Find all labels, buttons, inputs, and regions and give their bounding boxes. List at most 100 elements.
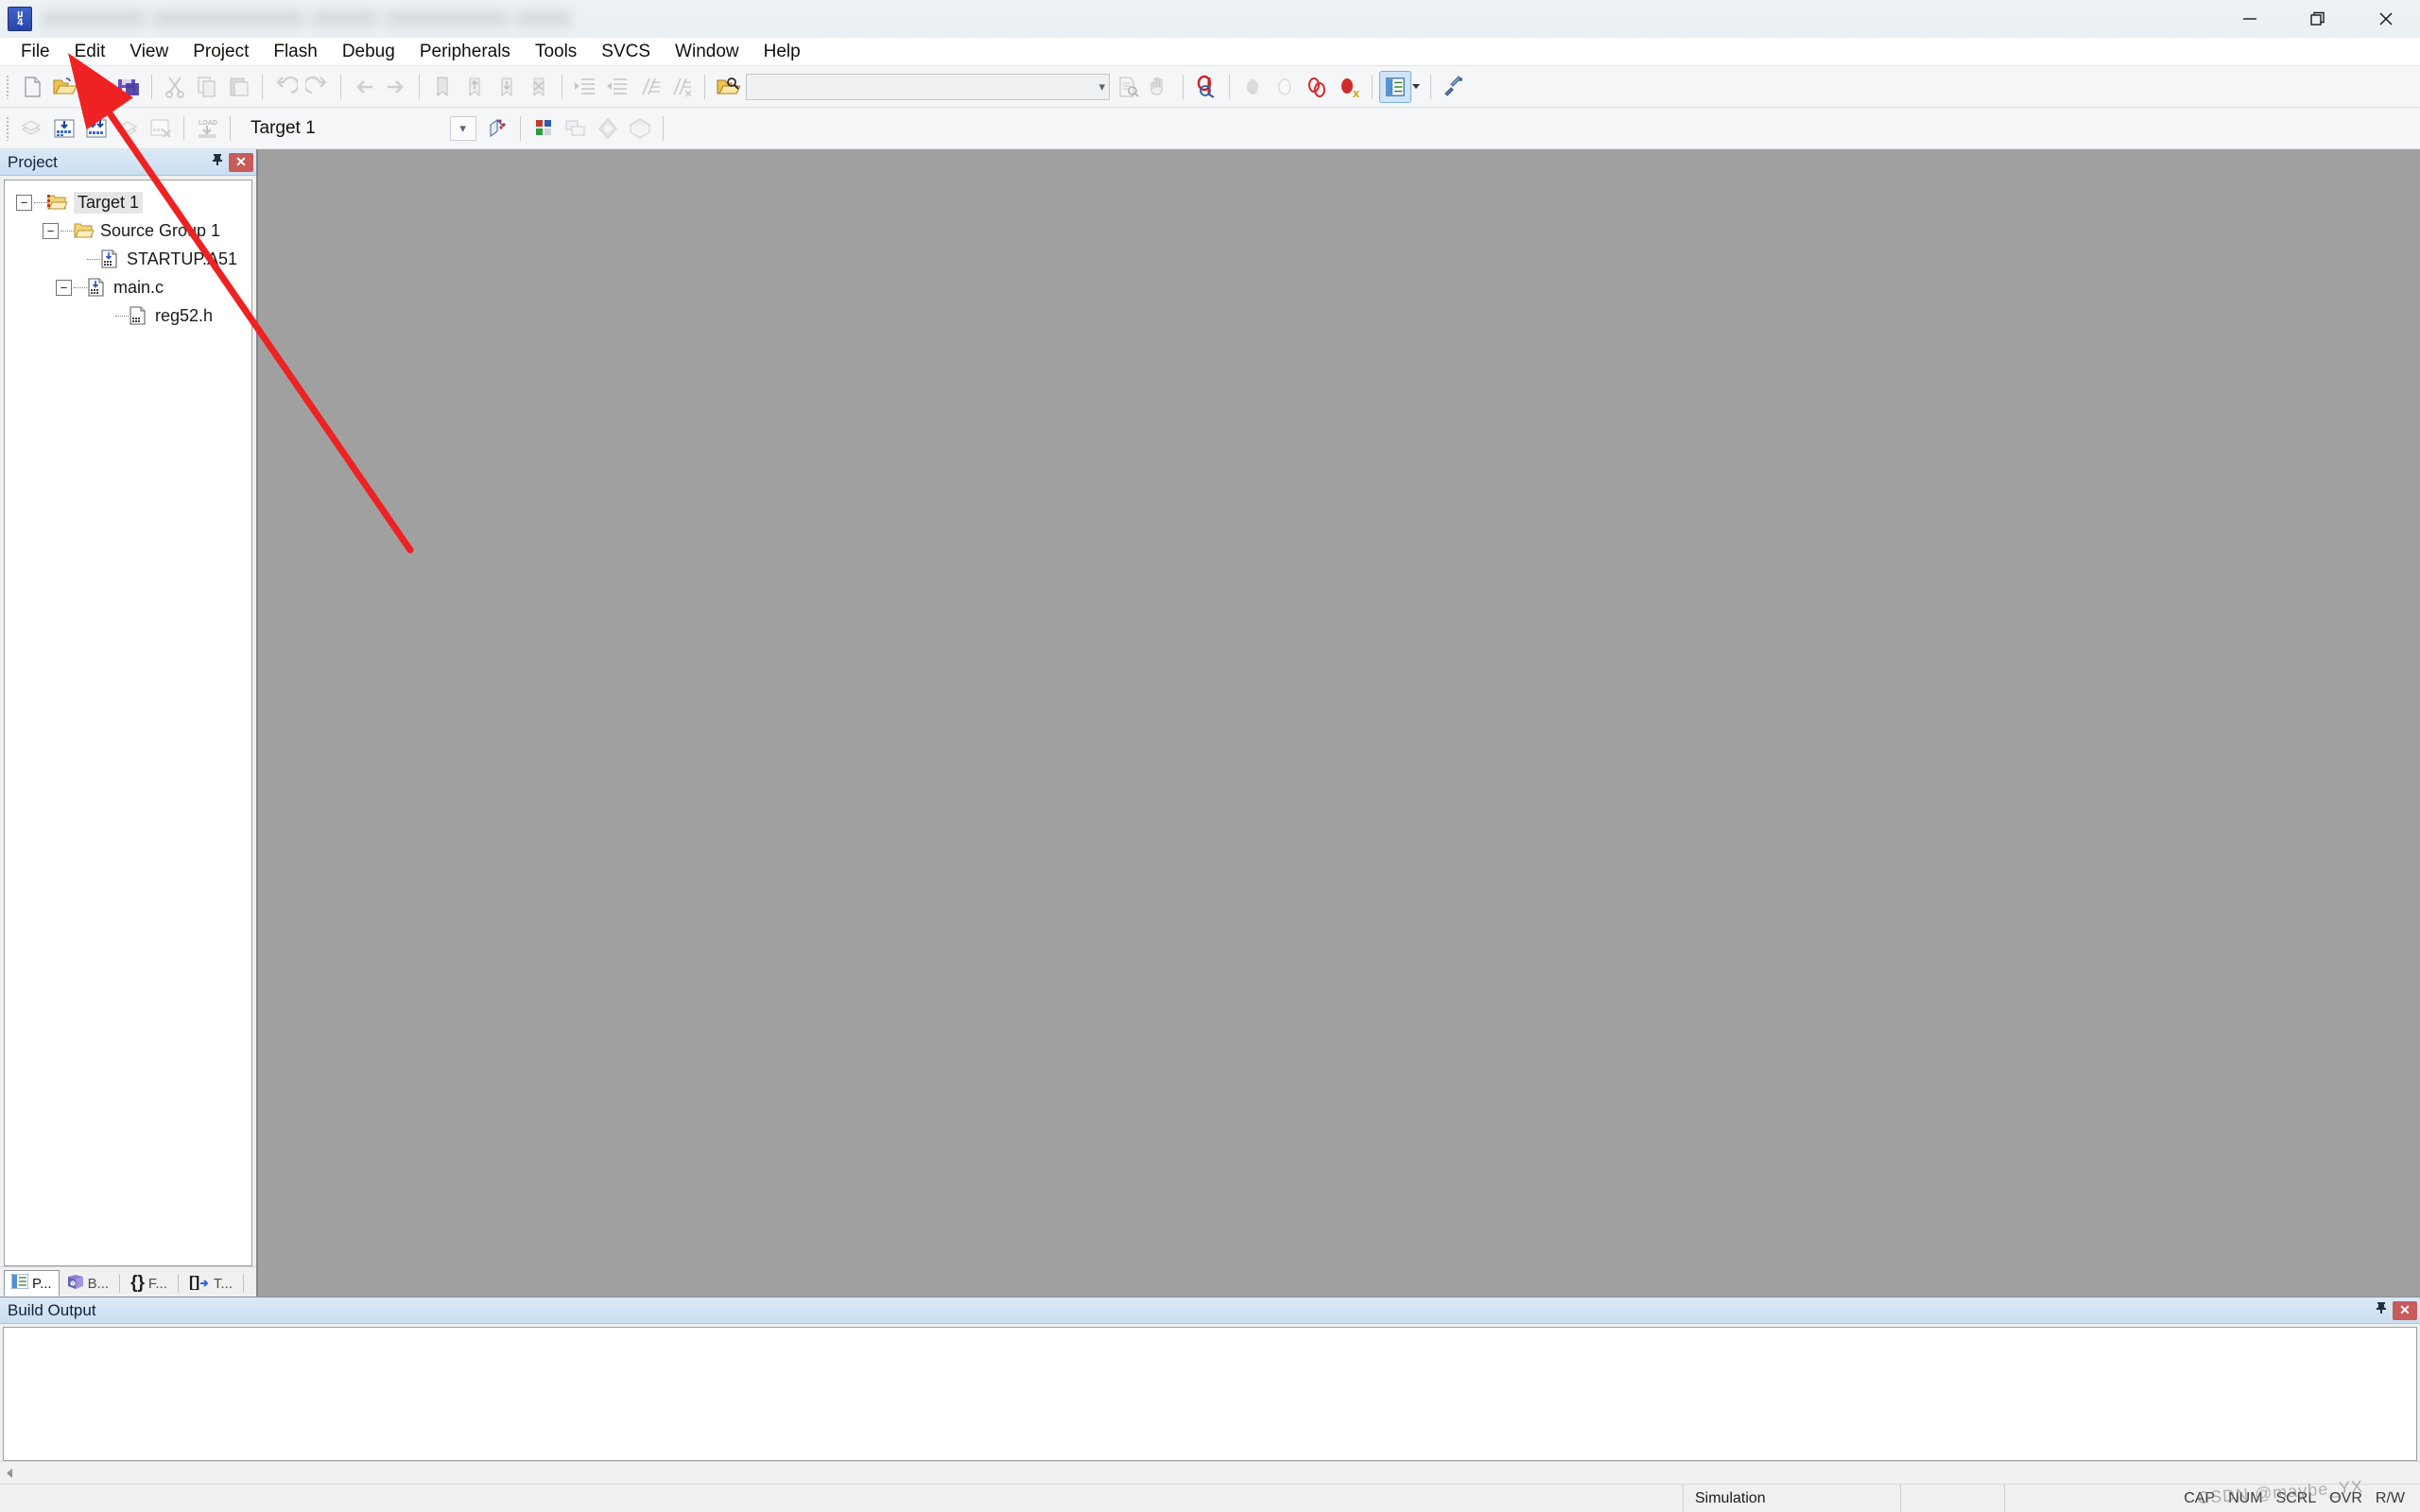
close-icon[interactable]: ✕ <box>229 152 253 172</box>
target-selector-dropdown[interactable]: ▾ <box>316 115 481 142</box>
menu-project[interactable]: Project <box>182 39 260 65</box>
bookmark-toggle-icon[interactable] <box>426 71 458 103</box>
outdent-icon[interactable] <box>601 71 633 103</box>
tree-node-target-1[interactable]: − Target 1 <box>10 188 251 216</box>
bookmark-prev-icon[interactable] <box>458 71 491 103</box>
manage-components-icon[interactable] <box>527 112 560 145</box>
close-icon[interactable]: ✕ <box>2393 1300 2417 1320</box>
rebuild-all-icon[interactable] <box>80 112 112 145</box>
expander-icon[interactable]: − <box>16 194 32 211</box>
batch-build-icon[interactable] <box>112 112 145 145</box>
title-bar: µ 4 <box>0 0 2420 38</box>
navigate-forward-icon[interactable] <box>380 71 412 103</box>
pin-icon[interactable] <box>2370 1300 2393 1320</box>
status-flag-rw: R/W <box>2375 1489 2405 1506</box>
toolbar-separator <box>1183 74 1184 99</box>
pin-icon[interactable] <box>206 152 229 172</box>
navigate-backward-icon[interactable] <box>348 71 380 103</box>
project-tree-container[interactable]: − Target 1 − Source Group 1 STARTUP.A51 … <box>4 180 252 1266</box>
toolbar-separator <box>262 74 263 99</box>
app-logo-icon: µ 4 <box>8 7 32 31</box>
toolbar-separator <box>1229 74 1230 99</box>
incremental-find-icon[interactable] <box>1144 71 1176 103</box>
window-controls <box>2216 0 2420 38</box>
expander-icon[interactable]: − <box>43 222 59 239</box>
open-file-icon[interactable] <box>48 71 80 103</box>
tree-node-label: reg52.h <box>155 305 214 325</box>
indent-icon[interactable] <box>569 71 601 103</box>
copy-icon[interactable] <box>191 71 223 103</box>
close-button[interactable] <box>2352 0 2420 38</box>
tab-books[interactable]: ? B... <box>60 1270 117 1297</box>
restore-button[interactable] <box>2284 0 2352 38</box>
paste-icon[interactable] <box>223 71 255 103</box>
comment-icon[interactable] <box>633 71 666 103</box>
save-icon[interactable] <box>80 71 112 103</box>
bookmark-clear-icon[interactable] <box>523 71 555 103</box>
toolbar-grip[interactable] <box>6 74 10 99</box>
build-target-icon[interactable] <box>48 112 80 145</box>
project-panel-header: Project ✕ <box>0 149 256 176</box>
minimize-button[interactable] <box>2216 0 2284 38</box>
status-cell-3 <box>2004 1484 2108 1512</box>
menu-peripherals[interactable]: Peripherals <box>408 39 522 65</box>
tree-node-source-group-1[interactable]: − Source Group 1 <box>10 216 251 245</box>
project-window-icon[interactable] <box>1379 70 1420 103</box>
menu-view[interactable]: View <box>118 39 180 65</box>
start-debug-session-icon[interactable] <box>1190 71 1222 103</box>
menu-edit[interactable]: Edit <box>63 39 117 65</box>
menu-file[interactable]: File <box>9 39 61 65</box>
pack-installer-icon[interactable] <box>624 112 656 145</box>
tree-node-reg52-h[interactable]: reg52.h <box>10 301 251 330</box>
download-to-flash-icon[interactable]: LOAD <box>191 112 223 145</box>
chevron-down-icon[interactable]: ▾ <box>449 115 476 141</box>
menu-debug[interactable]: Debug <box>331 39 406 65</box>
save-all-icon[interactable] <box>112 71 145 103</box>
tree-connector <box>115 315 129 317</box>
target-options-icon[interactable] <box>481 112 513 145</box>
uvision-main-window: µ 4 File Edit View Project Flash Debug P… <box>0 0 2420 1512</box>
find-in-files-icon[interactable] <box>712 71 744 103</box>
project-panel: Project ✕ − Target 1 − Source Group 1 ST… <box>0 149 257 1297</box>
menu-window[interactable]: Window <box>664 39 751 65</box>
window-title-redacted <box>42 7 571 31</box>
translate-icon[interactable] <box>16 112 48 145</box>
editor-mdi-area[interactable] <box>257 149 2420 1297</box>
work-area: Project ✕ − Target 1 − Source Group 1 ST… <box>0 149 2420 1512</box>
redo-icon[interactable] <box>302 71 334 103</box>
disable-all-breakpoints-icon[interactable] <box>1301 71 1333 103</box>
svcs-icon[interactable] <box>592 112 624 145</box>
project-panel-title: Project <box>8 152 58 171</box>
tree-node-main-c[interactable]: − main.c <box>10 273 251 301</box>
find-next-icon[interactable] <box>1112 71 1144 103</box>
project-window-dropdown-caret-icon[interactable] <box>1412 84 1420 89</box>
tab-project[interactable]: P... <box>4 1270 60 1297</box>
multi-project-icon[interactable] <box>560 112 592 145</box>
configuration-wizard-icon[interactable] <box>1438 71 1470 103</box>
menu-svcs[interactable]: SVCS <box>590 39 662 65</box>
kill-all-breakpoints-icon[interactable]: x <box>1333 71 1365 103</box>
enable-breakpoint-icon[interactable] <box>1269 71 1301 103</box>
scroll-left-arrow-icon[interactable] <box>0 1463 21 1484</box>
cut-icon[interactable] <box>159 71 191 103</box>
tree-node-startup-a51[interactable]: STARTUP.A51 <box>10 245 251 273</box>
tab-separator <box>177 1274 179 1293</box>
target-selector-label: Target 1 <box>251 117 316 138</box>
tab-functions[interactable]: {} F... <box>123 1270 175 1297</box>
expander-icon[interactable]: − <box>56 279 72 296</box>
insert-breakpoint-icon[interactable] <box>1236 71 1269 103</box>
header-file-icon <box>129 306 149 325</box>
build-output-hscrollbar[interactable] <box>0 1461 2420 1484</box>
stop-build-icon[interactable] <box>145 112 177 145</box>
build-output-text[interactable] <box>3 1327 2417 1461</box>
find-combo-box[interactable]: ▾ <box>746 73 1110 100</box>
menu-help[interactable]: Help <box>752 39 812 65</box>
menu-flash[interactable]: Flash <box>262 39 328 65</box>
undo-icon[interactable] <box>269 71 302 103</box>
tab-templates[interactable]: [] T... <box>182 1270 240 1297</box>
menu-tools[interactable]: Tools <box>524 39 588 65</box>
uncomment-icon[interactable] <box>666 71 698 103</box>
new-file-icon[interactable] <box>16 71 48 103</box>
toolbar-grip[interactable] <box>6 115 10 141</box>
bookmark-next-icon[interactable] <box>491 71 523 103</box>
